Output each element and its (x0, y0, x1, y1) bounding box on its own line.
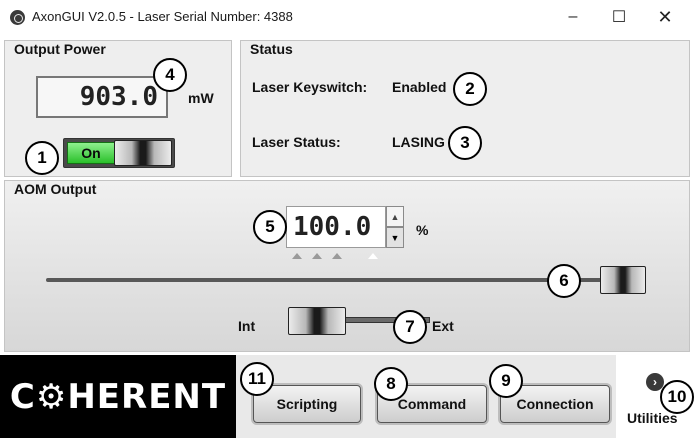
slider-tick-active-icon (368, 253, 378, 259)
minimize-button[interactable]: – (550, 0, 596, 34)
aom-output-title: AOM Output (12, 181, 99, 197)
output-power-title: Output Power (12, 41, 108, 57)
slider-tick-icon (332, 253, 342, 259)
status-title: Status (248, 41, 295, 57)
laser-keyswitch-label: Laser Keyswitch: (252, 79, 368, 95)
spin-down-icon[interactable]: ▼ (386, 227, 404, 248)
callout-2: 2 (453, 72, 487, 106)
laser-on-label: On (67, 142, 115, 164)
coherent-logo: C⚙HERENT (0, 355, 236, 438)
slider-tick-icon (292, 253, 302, 259)
laser-status-label: Laser Status: (252, 134, 341, 150)
output-power-unit: mW (188, 90, 214, 106)
maximize-button[interactable]: ☐ (596, 0, 642, 34)
callout-5: 5 (253, 210, 287, 244)
aom-slider-thumb[interactable] (600, 266, 646, 294)
callout-8: 8 (374, 367, 408, 401)
laser-toggle-knob[interactable] (114, 140, 172, 166)
title-bar: AxonGUI V2.0.5 - Laser Serial Number: 43… (0, 0, 695, 34)
aom-output-input[interactable]: 100.0 (286, 206, 386, 248)
callout-7: 7 (393, 310, 427, 344)
ext-label: Ext (432, 318, 454, 334)
app-icon (10, 10, 25, 25)
callout-3: 3 (448, 126, 482, 160)
slider-tick-icon (312, 253, 322, 259)
aom-output-unit: % (416, 222, 429, 238)
spin-up-icon[interactable]: ▲ (386, 206, 404, 227)
callout-11: 11 (240, 362, 274, 396)
laser-keyswitch-value: Enabled (392, 79, 447, 95)
int-ext-switch-knob[interactable] (288, 307, 346, 335)
laser-status-value: LASING (392, 134, 445, 150)
window-title: AxonGUI V2.0.5 - Laser Serial Number: 43… (32, 9, 293, 24)
int-label: Int (238, 318, 256, 334)
callout-6: 6 (547, 264, 581, 298)
close-button[interactable]: ✕ (642, 0, 688, 34)
callout-10: 10 (660, 380, 694, 414)
callout-4: 4 (153, 58, 187, 92)
callout-9: 9 (489, 364, 523, 398)
output-power-readout: 903.0 (36, 76, 168, 118)
callout-1: 1 (25, 141, 59, 175)
laser-on-toggle[interactable]: On (63, 138, 175, 168)
logo-text: C⚙HERENT (9, 376, 227, 417)
